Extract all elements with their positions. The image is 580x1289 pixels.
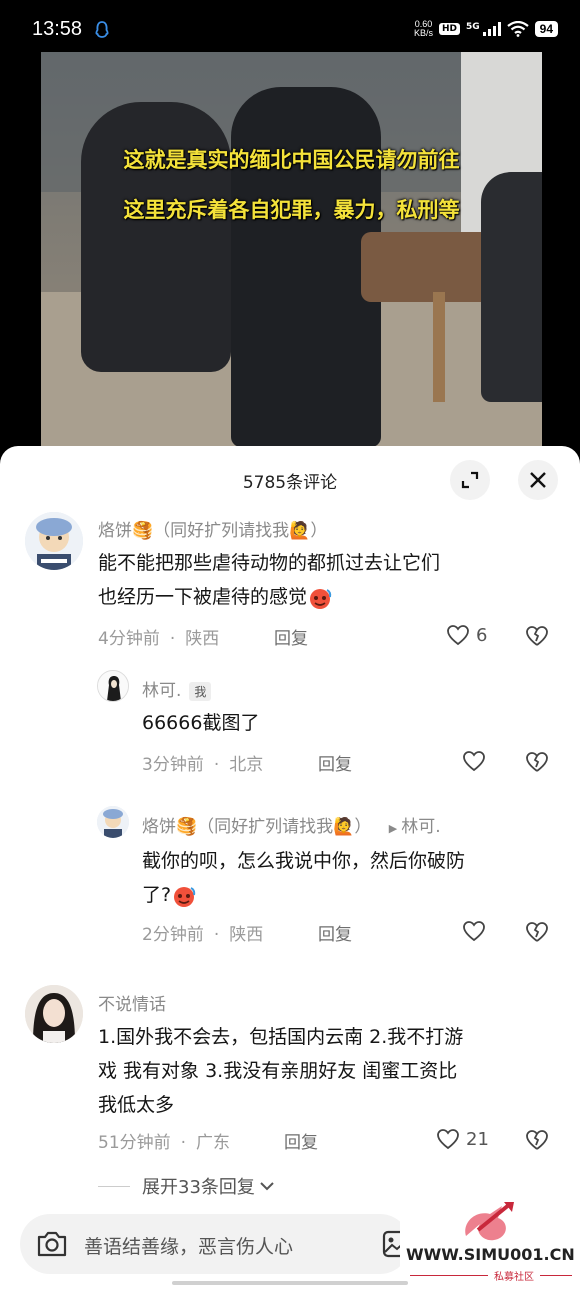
heart-icon [447,625,469,646]
avatar[interactable] [25,985,83,1043]
comment-input[interactable]: 善语结善缘，恶言伤人心 [20,1214,410,1274]
reply-meta: 3分钟前 · 北京 [142,755,264,775]
like-button[interactable]: 21 [436,1128,489,1150]
reply-text: 66666截图了 [142,712,260,734]
reply-author-name: 林可. [142,681,182,701]
reply-author[interactable]: 林可. 我 [142,676,212,701]
status-indicators: 0.60 KB/s HD 5G 94 [414,20,558,38]
dislike-broken-heart-icon[interactable] [525,624,549,648]
reply-meta: 2分钟前 · 陕西 [142,925,264,945]
comment-input-placeholder: 善语结善缘，恶言伤人心 [84,1236,294,1258]
comment-time: 4分钟前 [98,629,160,649]
reply-to-name: 林可. [401,817,441,837]
notification-app-icon [95,21,109,38]
heart-icon[interactable] [462,920,486,942]
comment-text: 能不能把那些虐待动物的都抓过去让它们 也经历一下被虐待的感觉 [98,546,558,614]
video-figure-left [81,102,231,372]
watermark-site: WWW.SIMU001.CN [406,1245,575,1264]
home-indicator[interactable] [172,1281,408,1285]
expand-replies-label: 展开33条回复 [142,1177,255,1198]
watermark: WWW.SIMU001.CN 私募社区 [400,1194,580,1289]
comment-text: 1.国外我不会去，包括国内云南 2.我不打游 戏 我有对象 3.我没有亲朋好友 … [98,1020,568,1122]
heart-icon [437,1129,459,1150]
avatar[interactable] [25,512,83,570]
status-bar: 13:58 0.60 KB/s HD 5G 94 [0,0,580,60]
close-button[interactable] [518,460,558,500]
reply-text-line: 截你的呗，怎么我说中你，然后你破防 [142,850,466,872]
reply-button[interactable]: 回复 [274,624,308,649]
net-speed: 0.60 KB/s [414,20,433,38]
comment-location: 广东 [196,1133,231,1153]
comment-author[interactable]: 烙饼🥞（同好扩列请找我🙋） [98,516,327,541]
hot-face-emoji-icon [174,886,196,907]
reply-location: 北京 [229,755,264,775]
video-player[interactable]: 这就是真实的缅北中国公民请勿前往 这里充斥着各自犯罪，暴力，私刑等 [41,52,542,447]
avatar[interactable] [97,670,129,702]
status-time: 13:58 [32,18,83,40]
hot-face-emoji-icon [310,588,332,609]
net-speed-unit: KB/s [413,28,433,38]
battery-indicator: 94 [534,21,558,37]
reply-text-line: 了? [142,884,172,906]
comment-text-line: 能不能把那些虐待动物的都抓过去让它们 [98,552,441,574]
expand-button[interactable] [450,460,490,500]
close-icon [530,472,546,488]
like-count: 6 [476,624,488,646]
me-badge: 我 [189,681,212,701]
video-caption-line1: 这就是真实的缅北中国公民请勿前往 [123,148,460,172]
comment-location: 陕西 [185,629,220,649]
comment-text-line: 我低太多 [98,1094,175,1116]
expand-replies-button[interactable]: 展开33条回复 [98,1173,275,1199]
watermark-rule-left [410,1275,488,1276]
comments-sheet: 5785条评论 烙饼🥞（同好扩列请找我🙋） 能不能把那些虐待动物的都抓过去让它们… [0,446,580,1289]
camera-icon[interactable] [36,1230,68,1258]
video-bed-leg [433,292,445,402]
dislike-broken-heart-icon[interactable] [525,750,549,774]
comment-author[interactable]: 不说情话 [98,990,166,1015]
avatar[interactable] [97,806,129,838]
reply-time: 2分钟前 [142,925,204,945]
reply-location: 陕西 [229,925,264,945]
hd-badge: HD [438,23,460,35]
dislike-broken-heart-icon[interactable] [525,920,549,944]
cell-signal-icon: 5G [466,22,501,36]
reply-button[interactable]: 回复 [318,920,352,945]
network-type: 5G [465,22,480,32]
comment-text-line: 也经历一下被虐待的感觉 [98,586,308,608]
like-count: 21 [466,1128,489,1150]
reply-button[interactable]: 回复 [318,750,352,775]
divider-line [98,1185,130,1187]
watermark-logo-icon [465,1202,514,1241]
wifi-icon [506,21,529,37]
reply-author-name: 烙饼🥞（同好扩列请找我🙋） [142,817,372,837]
reply-author[interactable]: 烙饼🥞（同好扩列请找我🙋） ▶ 林可. [142,812,441,837]
video-figure-center [231,87,381,447]
comment-meta: 4分钟前 · 陕西 [98,629,220,649]
expand-icon [461,471,479,489]
watermark-sub: 私募社区 [494,1272,534,1283]
comment-meta: 51分钟前 · 广东 [98,1133,231,1153]
reply-button[interactable]: 回复 [284,1128,318,1153]
comments-count-title: 5785条评论 [242,473,338,493]
dislike-broken-heart-icon[interactable] [525,1128,549,1152]
video-caption-line2: 这里充斥着各自犯罪，暴力，私刑等 [123,198,460,222]
reply-time: 3分钟前 [142,755,204,775]
comment-text-line: 1.国外我不会去，包括国内云南 2.我不打游 [98,1026,464,1048]
reply-to-arrow-icon: ▶ [388,822,398,835]
heart-icon[interactable] [462,750,486,772]
reply-text: 截你的呗，怎么我说中你，然后你破防 了? [142,844,562,912]
like-button[interactable]: 6 [446,624,487,646]
comment-time: 51分钟前 [98,1133,171,1153]
comment-text-line: 戏 我有对象 3.我没有亲朋好友 闺蜜工资比 [98,1060,458,1082]
chevron-down-icon [260,1182,274,1191]
watermark-rule-right [540,1275,572,1276]
